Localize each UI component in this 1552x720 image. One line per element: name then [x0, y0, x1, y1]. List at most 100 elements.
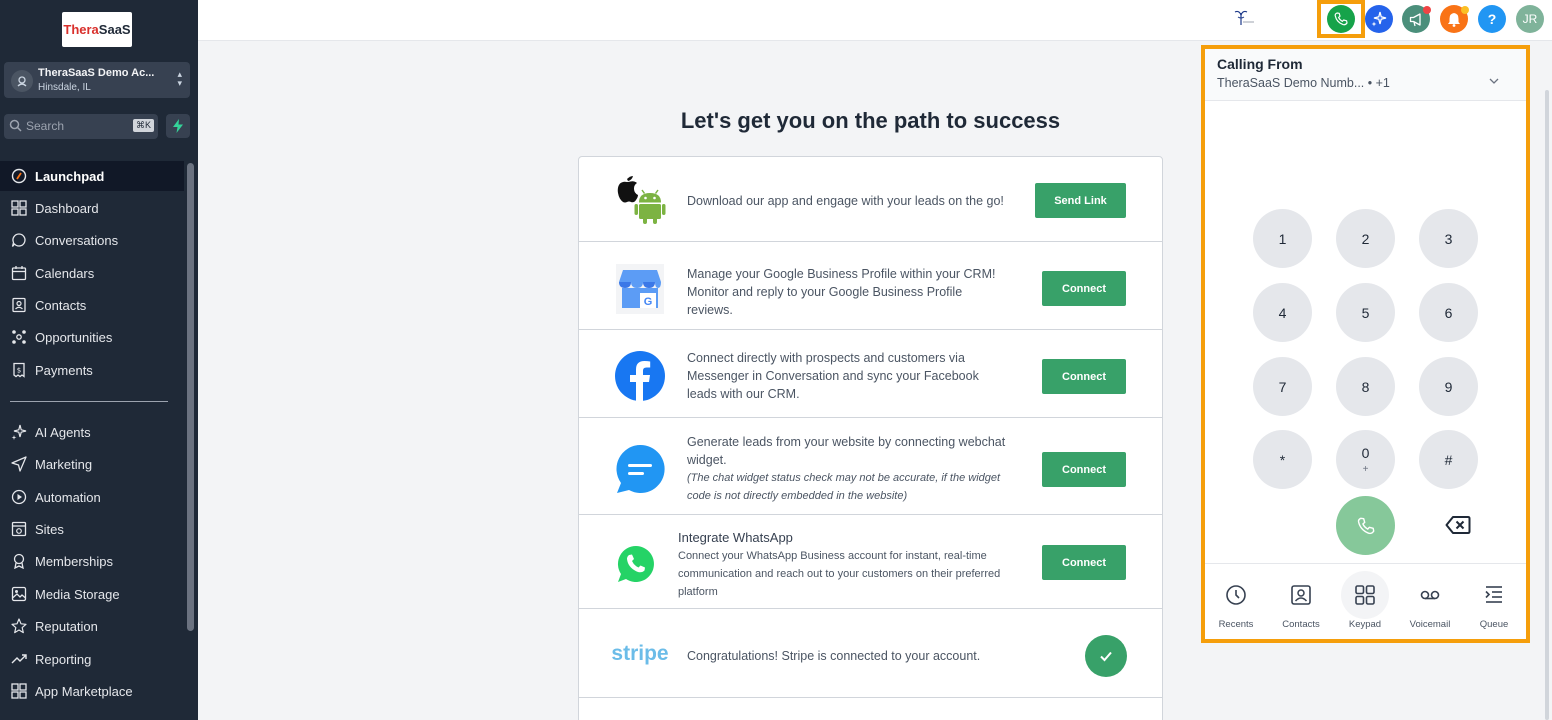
row-text: Download our app and engage with your le… [687, 194, 1004, 208]
tab-contacts[interactable]: Contacts [1271, 571, 1331, 635]
search-icon [9, 119, 22, 132]
key-5[interactable]: 5 [1336, 283, 1395, 342]
sidebar-item-ai-agents[interactable]: AI Agents [0, 417, 184, 447]
stripe-logo-text: stripe [611, 642, 669, 665]
search-input[interactable]: Search ⌘K [4, 114, 158, 139]
send-icon [10, 456, 28, 472]
call-button[interactable] [1336, 496, 1395, 555]
ai-assistant-button[interactable] [1365, 5, 1393, 33]
row-text: Manage your Google Business Profile with… [687, 267, 996, 317]
page-scrollbar[interactable] [1545, 90, 1549, 720]
sidebar-item-launchpad[interactable]: Launchpad [0, 161, 184, 191]
list-item: Generate leads from your website by conn… [579, 418, 1162, 515]
account-switcher[interactable]: TheraSaaS Demo Ac... Hinsdale, IL ▴ ▾ [4, 62, 190, 98]
chevron-down-icon[interactable] [1489, 78, 1499, 85]
key-star[interactable]: * [1253, 430, 1312, 489]
dialer-header[interactable]: Calling From TheraSaaS Demo Numb... • +1 [1205, 49, 1526, 101]
row-text: Connect directly with prospects and cust… [687, 351, 979, 401]
key-0[interactable]: 0 + [1336, 430, 1395, 489]
dialer-title: Calling From [1217, 56, 1303, 72]
sidebar-item-automation[interactable]: Automation [0, 482, 184, 512]
key-6[interactable]: 6 [1419, 283, 1478, 342]
key-digit: 8 [1361, 378, 1370, 395]
list-item: stripe Congratulations! Stripe is connec… [579, 609, 1162, 698]
sidebar-item-app-marketplace[interactable]: App Marketplace [0, 676, 184, 706]
contacts-icon [10, 297, 28, 313]
connect-webchat-button[interactable]: Connect [1042, 452, 1126, 487]
sidebar-item-media-storage[interactable]: Media Storage [0, 579, 184, 609]
key-1[interactable]: 1 [1253, 209, 1312, 268]
row-text-main: Generate leads from your website by conn… [687, 435, 1006, 467]
tab-voicemail[interactable]: Voicemail [1400, 571, 1460, 635]
voicemail-icon [1406, 571, 1454, 619]
sidebar-item-dashboard[interactable]: Dashboard [0, 193, 184, 223]
sidebar-item-label: App Marketplace [35, 683, 133, 699]
account-location: Hinsdale, IL [38, 82, 91, 93]
sidebar-item-marketing[interactable]: Marketing [0, 449, 184, 479]
sidebar-item-label: Opportunities [35, 329, 113, 345]
key-8[interactable]: 8 [1336, 357, 1395, 416]
sidebar-item-calendars[interactable]: Calendars [0, 258, 184, 288]
key-hash[interactable]: # [1419, 430, 1478, 489]
sidebar-item-label: Launchpad [35, 168, 105, 184]
webchat-icon [613, 442, 667, 496]
sidebar-item-label: Calendars [35, 265, 95, 281]
sidebar: Thera SaaS TheraSaaS Demo Ac... Hinsdale,… [0, 0, 198, 720]
sidebar-item-contacts[interactable]: Contacts [0, 290, 184, 320]
stripe-logo: stripe [611, 627, 669, 681]
automation-icon [10, 489, 28, 505]
phone-button[interactable] [1327, 5, 1355, 33]
tab-recents[interactable]: Recents [1206, 571, 1266, 635]
calendar-icon [10, 265, 28, 281]
company-logo-icon [1234, 10, 1254, 25]
sidebar-item-sites[interactable]: Sites [0, 514, 184, 544]
notifications-button[interactable] [1440, 5, 1469, 33]
connect-whatsapp-button[interactable]: Connect [1042, 545, 1126, 580]
key-digit: 4 [1278, 304, 1287, 321]
sidebar-item-memberships[interactable]: Memberships [0, 546, 184, 576]
tab-label: Voicemail [1409, 619, 1451, 630]
calling-from-number[interactable]: TheraSaaS Demo Numb... • +1 [1217, 76, 1390, 90]
announcements-button[interactable] [1402, 5, 1431, 33]
sidebar-item-payments[interactable]: $ Payments [0, 355, 184, 385]
key-2[interactable]: 2 [1336, 209, 1395, 268]
sidebar-scrollbar[interactable] [187, 163, 194, 631]
sidebar-item-reporting[interactable]: Reporting [0, 644, 184, 674]
opportunities-icon [10, 329, 28, 345]
tab-keypad[interactable]: Keypad [1335, 571, 1395, 635]
help-label: ? [1487, 11, 1497, 27]
clock-icon [1212, 571, 1260, 619]
whatsapp-title: Integrate WhatsApp [678, 530, 793, 545]
key-7[interactable]: 7 [1253, 357, 1312, 416]
help-button[interactable]: ? [1478, 5, 1506, 33]
send-link-button[interactable]: Send Link [1035, 183, 1126, 218]
list-item: Connect directly with prospects and cust… [579, 330, 1162, 418]
backspace-icon[interactable] [1445, 515, 1471, 535]
key-9[interactable]: 9 [1419, 357, 1478, 416]
notification-dot [1461, 6, 1469, 14]
quick-actions-button[interactable] [166, 114, 190, 138]
key-digit: 3 [1444, 230, 1453, 247]
key-3[interactable]: 3 [1419, 209, 1478, 268]
connect-facebook-button[interactable]: Connect [1042, 359, 1126, 394]
brand-logo[interactable]: Thera SaaS [62, 12, 132, 47]
sidebar-item-label: AI Agents [35, 424, 91, 440]
sidebar-item-opportunities[interactable]: Opportunities [0, 322, 184, 352]
sidebar-item-reputation[interactable]: Reputation [0, 611, 184, 641]
sidebar-item-label: Marketing [35, 456, 93, 472]
contacts-icon [1277, 571, 1325, 619]
tab-queue[interactable]: Queue [1464, 571, 1524, 635]
key-digit: 2 [1361, 230, 1370, 247]
key-4[interactable]: 4 [1253, 283, 1312, 342]
svg-text:G: G [644, 296, 653, 308]
image-icon [10, 586, 28, 602]
sidebar-item-label: Reporting [35, 651, 92, 667]
key-digit: 6 [1444, 304, 1453, 321]
connect-google-button[interactable]: Connect [1042, 271, 1126, 306]
user-avatar[interactable]: JR [1516, 5, 1544, 33]
phone-icon [1334, 12, 1348, 26]
sidebar-item-conversations[interactable]: Conversations [0, 225, 184, 255]
launchpad-icon [10, 168, 28, 184]
sidebar-item-label: Contacts [35, 297, 87, 313]
location-icon [11, 70, 33, 92]
